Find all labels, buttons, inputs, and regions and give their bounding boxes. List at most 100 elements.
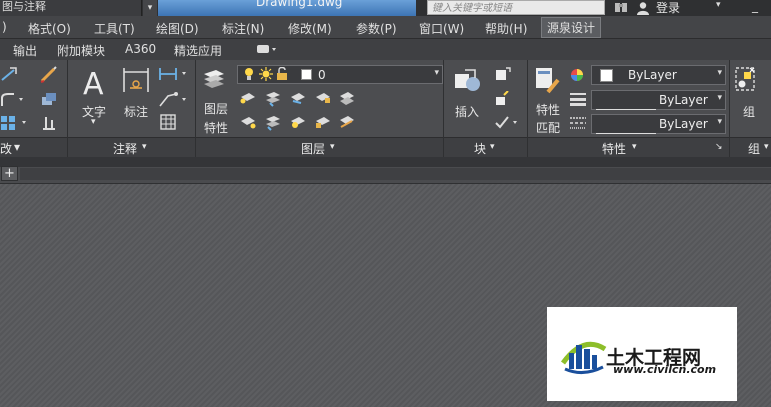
panel-title-layers[interactable]: 图层 (301, 140, 325, 157)
tab-featured-apps[interactable]: 精选应用 (174, 42, 222, 59)
panel-separator (729, 60, 730, 157)
linetype-dropdown-arrow-icon: ▾ (717, 117, 722, 127)
copy-icon[interactable] (40, 91, 58, 110)
stretch-icon[interactable] (40, 114, 58, 135)
insert-button-label[interactable]: 插入 (455, 103, 479, 120)
layer-properties-label-1[interactable]: 图层 (204, 100, 228, 117)
layer-dropdown[interactable]: 0 ▾ (237, 65, 443, 84)
menu-item-parameters[interactable]: 参数(P) (356, 20, 397, 37)
array-icon[interactable] (0, 115, 32, 134)
search-placeholder: 键入关键字或短语 (432, 3, 512, 14)
create-block-icon[interactable] (494, 66, 512, 85)
search-binoculars-icon[interactable] (611, 0, 631, 16)
linetype-dropdown[interactable]: ByLayer ▾ (591, 114, 726, 134)
layer-tool-icon[interactable] (289, 115, 307, 132)
workspace-dropdown-arrow-icon[interactable]: ▾ (143, 0, 157, 16)
dimension-button-label[interactable]: 标注 (124, 103, 148, 120)
lineweight-dropdown-arrow-icon: ▾ (717, 93, 722, 103)
text-icon[interactable]: A (80, 66, 108, 102)
layer-color-swatch (301, 69, 312, 83)
annotation-expand-icon[interactable]: ▾ (142, 142, 147, 152)
ribbon-bottom-strip (0, 157, 771, 167)
color-dropdown-arrow-icon: ▾ (717, 68, 722, 78)
lineweight-value: ByLayer (659, 93, 708, 107)
insert-block-icon[interactable] (453, 68, 483, 99)
layer-tool-icon[interactable] (338, 91, 356, 110)
menu-item-draw[interactable]: 绘图(D) (156, 20, 199, 37)
workspace-selector[interactable]: 图与注释 (0, 0, 142, 16)
menu-item-dimension[interactable]: 标注(N) (222, 20, 264, 37)
group-button-label[interactable]: 组 (743, 103, 755, 120)
tab-output[interactable]: 输出 (13, 42, 37, 59)
layer-tool-icon[interactable] (239, 91, 257, 108)
layer-properties-label-2[interactable]: 特性 (204, 119, 228, 136)
color-wheel-icon (570, 68, 584, 85)
dimension-icon[interactable] (122, 66, 150, 99)
menu-item-partial[interactable]: ) (2, 20, 7, 34)
panel-title-properties[interactable]: 特性 (602, 140, 626, 157)
layer-tool-icon[interactable] (338, 115, 356, 134)
match-properties-icon[interactable] (534, 66, 562, 99)
lightbulb-icon (244, 67, 254, 85)
tab-a360[interactable]: A360 (125, 42, 156, 56)
leader-icon[interactable] (158, 90, 190, 111)
layer-tool-icon[interactable] (314, 115, 332, 132)
menu-bar: ) 格式(O) 工具(T) 绘图(D) 标注(N) 修改(M) 参数(P) 窗口… (0, 16, 771, 39)
linear-dim-icon[interactable] (158, 66, 190, 85)
line-sample (596, 124, 656, 138)
groups-expand-icon[interactable]: ▾ (764, 142, 769, 152)
ribbon-tabs: 输出 附加模块 A360 精选应用 (0, 39, 771, 60)
menu-item-yuanquan[interactable]: 源泉设计 (541, 17, 602, 38)
menu-item-format[interactable]: 格式(O) (28, 20, 71, 37)
block-attribute-icon[interactable] (494, 115, 522, 134)
title-bar: 图与注释 ▾ Drawing1.dwg 键入关键字或短语 登录 ▾ _ (0, 0, 771, 16)
edit-block-icon[interactable] (494, 90, 512, 110)
color-dropdown[interactable]: ByLayer ▾ (591, 65, 726, 85)
user-icon[interactable] (636, 1, 650, 15)
search-input[interactable]: 键入关键字或短语 (427, 0, 605, 15)
layer-properties-icon[interactable] (202, 66, 226, 95)
block-expand-icon[interactable]: ▾ (490, 142, 495, 152)
menu-item-window[interactable]: 窗口(W) (419, 20, 464, 37)
text-dropdown-icon[interactable]: ▾ (91, 117, 96, 127)
layer-tool-icon[interactable] (289, 91, 307, 108)
match-label-1[interactable]: 特性 (536, 101, 560, 118)
panel-separator (195, 60, 196, 157)
signin-link[interactable]: 登录 (656, 0, 680, 16)
properties-dialog-launcher-icon[interactable]: ↘ (715, 142, 723, 152)
signin-dropdown-icon[interactable]: ▾ (716, 0, 721, 10)
panel-title-annotation[interactable]: 注释 (113, 140, 137, 157)
layer-tool-icon[interactable] (314, 91, 332, 108)
unlock-icon (276, 66, 288, 84)
menu-item-help[interactable]: 帮助(H) (485, 20, 527, 37)
panel-title-groups[interactable]: 组 (748, 140, 760, 157)
workspace-label: 图与注释 (2, 0, 46, 13)
properties-expand-icon[interactable]: ▾ (632, 142, 637, 152)
move-icon[interactable] (0, 66, 20, 85)
watermark: 土木工程网 www.civilcn.com (547, 307, 737, 401)
layers-expand-icon[interactable]: ▾ (330, 142, 335, 152)
svg-text:A: A (83, 67, 104, 98)
menu-item-modify[interactable]: 修改(M) (288, 20, 332, 37)
ribbon-toggle-icon[interactable] (256, 43, 278, 55)
pencil-icon[interactable] (40, 65, 58, 86)
line-sample (596, 100, 656, 114)
layer-tool-icon[interactable] (264, 115, 282, 134)
document-tabs-area (20, 168, 771, 180)
group-icon[interactable] (734, 66, 758, 99)
lineweight-dropdown[interactable]: ByLayer ▾ (591, 90, 726, 110)
fillet-icon[interactable] (0, 92, 26, 111)
tab-addins[interactable]: 附加模块 (57, 42, 105, 59)
menu-item-tools[interactable]: 工具(T) (94, 20, 135, 37)
match-label-2[interactable]: 匹配 (536, 119, 560, 136)
layer-tool-icon[interactable] (239, 115, 257, 132)
document-title: Drawing1.dwg (256, 0, 343, 9)
panel-title-block[interactable]: 块 (474, 140, 486, 157)
document-title-area: Drawing1.dwg (158, 0, 416, 16)
layer-tool-icon[interactable] (264, 91, 282, 110)
minimize-button[interactable]: _ (740, 0, 770, 16)
table-icon[interactable] (160, 114, 176, 133)
panel-expand-icon[interactable]: ▾ (14, 140, 20, 154)
new-tab-plus-icon[interactable]: + (1, 166, 18, 181)
color-value: ByLayer (628, 68, 677, 82)
